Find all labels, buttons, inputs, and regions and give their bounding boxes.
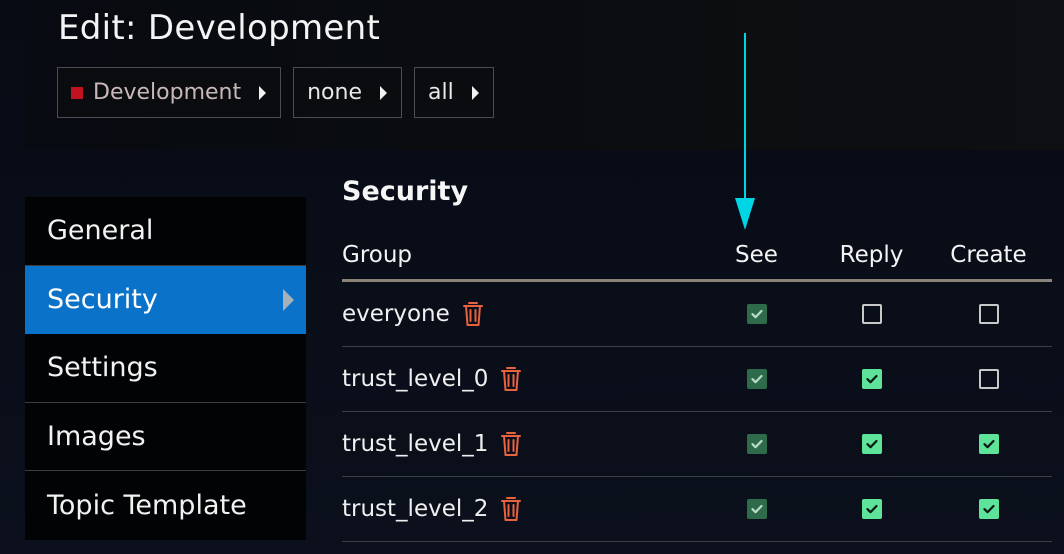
group-cell: everyone (342, 301, 700, 327)
section-title: Security (342, 176, 469, 207)
breadcrumb: Development none all (57, 67, 494, 118)
group-name: everyone (342, 301, 450, 327)
create-cell (930, 369, 1047, 389)
sidebar-item-general[interactable]: General (25, 197, 306, 266)
group-name: trust_level_2 (342, 496, 489, 522)
column-header-group: Group (342, 241, 413, 268)
create-checkbox[interactable] (978, 369, 999, 389)
category-color-swatch (71, 86, 83, 99)
trash-icon[interactable] (500, 366, 522, 392)
sidebar-item-label: Security (47, 284, 158, 316)
trash-icon[interactable] (500, 496, 522, 522)
create-cell (930, 434, 1047, 454)
caret-right-icon (471, 85, 479, 100)
page-title: Edit: Development (58, 8, 381, 48)
group-cell: trust_level_1 (342, 431, 700, 457)
reply-cell (813, 369, 930, 389)
reply-checkbox[interactable] (861, 304, 882, 324)
sidebar-item-topic-template[interactable]: Topic Template (25, 471, 306, 540)
reply-cell (813, 434, 930, 454)
breadcrumb-category-label: Development (93, 80, 242, 105)
table-body: everyone trust_level_0 trust_level_1 trust_… (342, 282, 1052, 542)
reply-checkbox[interactable] (861, 369, 882, 389)
sidebar-item-label: General (47, 215, 154, 247)
sidebar-item-security[interactable]: Security (25, 265, 306, 334)
see-checkbox (746, 434, 767, 454)
breadcrumb-subcategory[interactable]: none (293, 67, 402, 118)
sidebar-item-settings[interactable]: Settings (25, 334, 306, 403)
create-checkbox[interactable] (978, 304, 999, 324)
sidebar: General Security Settings Images Topic T… (25, 197, 306, 540)
table-header: Group See Reply Create (342, 230, 1052, 282)
see-cell (700, 434, 813, 454)
reply-cell (813, 304, 930, 324)
reply-checkbox[interactable] (861, 499, 882, 519)
see-checkbox (746, 499, 767, 519)
group-name: trust_level_0 (342, 366, 489, 392)
create-cell (930, 499, 1047, 519)
group-name: trust_level_1 (342, 431, 489, 457)
table-row: everyone (342, 282, 1052, 347)
create-checkbox[interactable] (978, 434, 999, 454)
sidebar-item-label: Images (47, 420, 146, 452)
column-header-see: See (735, 241, 778, 268)
trash-icon[interactable] (500, 431, 522, 457)
page: Edit: Development Development none all G… (0, 0, 1064, 554)
caret-right-icon (380, 85, 387, 100)
column-header-reply: Reply (839, 241, 904, 268)
table-row: trust_level_0 (342, 347, 1052, 412)
column-header-create: Create (950, 241, 1027, 268)
arrow-down-icon (735, 33, 755, 230)
breadcrumb-tags-label: all (428, 80, 454, 105)
caret-right-icon (259, 85, 267, 100)
reply-cell (813, 499, 930, 519)
group-cell: trust_level_2 (342, 496, 700, 522)
see-checkbox (746, 369, 767, 389)
caret-right-icon (283, 288, 294, 311)
table-row: trust_level_2 (342, 477, 1052, 542)
table-row: trust_level_1 (342, 412, 1052, 477)
sidebar-item-images[interactable]: Images (25, 402, 306, 471)
breadcrumb-tags[interactable]: all (414, 67, 494, 118)
see-cell (700, 499, 813, 519)
group-cell: trust_level_0 (342, 366, 700, 392)
see-cell (700, 304, 813, 324)
trash-icon[interactable] (462, 301, 484, 327)
sidebar-item-label: Topic Template (47, 489, 247, 521)
create-cell (930, 304, 1047, 324)
reply-checkbox[interactable] (861, 434, 882, 454)
permissions-table: Group See Reply Create everyone trust_lev… (342, 230, 1052, 542)
create-checkbox[interactable] (978, 499, 999, 519)
sidebar-item-label: Settings (47, 352, 158, 384)
breadcrumb-category[interactable]: Development (57, 67, 282, 118)
breadcrumb-subcategory-label: none (307, 80, 362, 105)
see-cell (700, 369, 813, 389)
see-checkbox (746, 304, 767, 324)
